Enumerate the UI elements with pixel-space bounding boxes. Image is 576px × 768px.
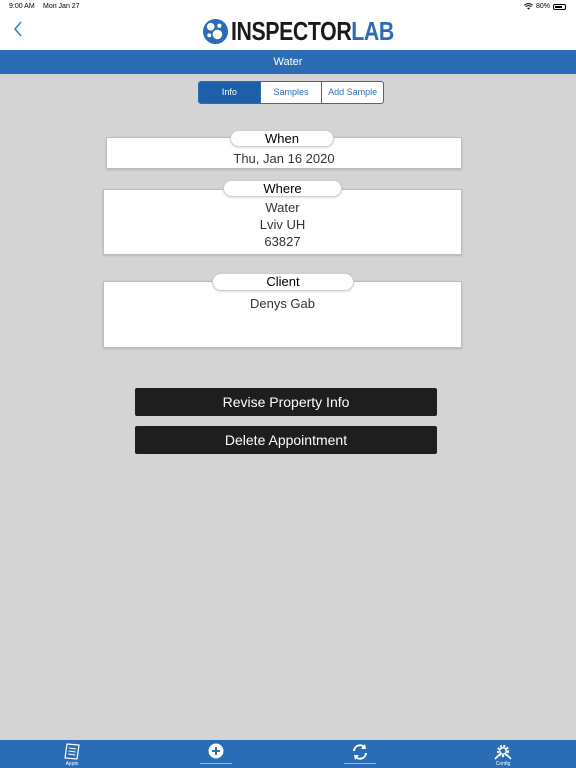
- status-time: 9:00 AM: [9, 3, 35, 10]
- battery-icon: [553, 3, 566, 10]
- tab-info[interactable]: Info: [199, 82, 260, 103]
- client-label: Client: [212, 273, 354, 291]
- tab-appts[interactable]: Appts: [42, 740, 102, 768]
- refresh-icon: [353, 744, 367, 760]
- status-date: Mon Jan 27: [43, 3, 80, 10]
- tab-appts-label: Appts: [65, 761, 79, 767]
- when-value: Thu, Jan 16 2020: [233, 151, 335, 166]
- page-title: Water: [0, 50, 576, 74]
- back-button[interactable]: [12, 20, 32, 40]
- tab-samples[interactable]: Samples: [259, 82, 322, 103]
- where-card: Water Lviv UH 63827: [103, 189, 462, 255]
- when-label: When: [230, 130, 334, 147]
- battery-percent: 80%: [535, 3, 550, 10]
- tab-add-sample[interactable]: Add Sample: [321, 82, 383, 103]
- battery-fill: [555, 5, 563, 8]
- status-bar: 9:00 AM Mon Jan 27 80%: [0, 0, 576, 14]
- tab-config-label: Config: [495, 761, 511, 767]
- tab-sync[interactable]: [330, 740, 390, 768]
- status-right: 80%: [524, 3, 566, 10]
- tab-config[interactable]: Config: [473, 740, 533, 768]
- logo-text: INSPECTORLAB: [231, 16, 394, 47]
- chevron-left-icon: [13, 21, 22, 37]
- tab-new[interactable]: [186, 740, 246, 768]
- inspectorlab-logo: INSPECTORLAB: [202, 16, 430, 46]
- tab-sync-underline: [344, 763, 376, 764]
- logo-mark-icon: [202, 18, 229, 44]
- segmented-control: Info Samples Add Sample: [198, 81, 384, 104]
- revise-property-info-button[interactable]: Revise Property Info: [135, 388, 437, 416]
- where-line-1: Water: [265, 200, 300, 215]
- wifi-icon: [524, 3, 533, 10]
- app-header: INSPECTORLAB: [0, 14, 576, 50]
- gear-icon: [494, 744, 512, 760]
- tab-new-underline: [200, 763, 232, 764]
- logo-text-accent: LAB: [351, 15, 394, 46]
- where-label: Where: [223, 180, 342, 197]
- where-line-3: 63827: [264, 234, 301, 249]
- client-name: Denys Gab: [249, 296, 316, 311]
- clipboard-icon: [64, 743, 80, 760]
- bottom-tab-bar: Appts Config: [0, 740, 576, 768]
- delete-appointment-button[interactable]: Delete Appointment: [135, 426, 437, 454]
- client-card: Denys Gab: [103, 281, 462, 348]
- where-line-2: Lviv UH: [259, 217, 306, 232]
- plus-circle-icon: [208, 743, 224, 759]
- logo-text-main: INSPECTOR: [231, 15, 352, 46]
